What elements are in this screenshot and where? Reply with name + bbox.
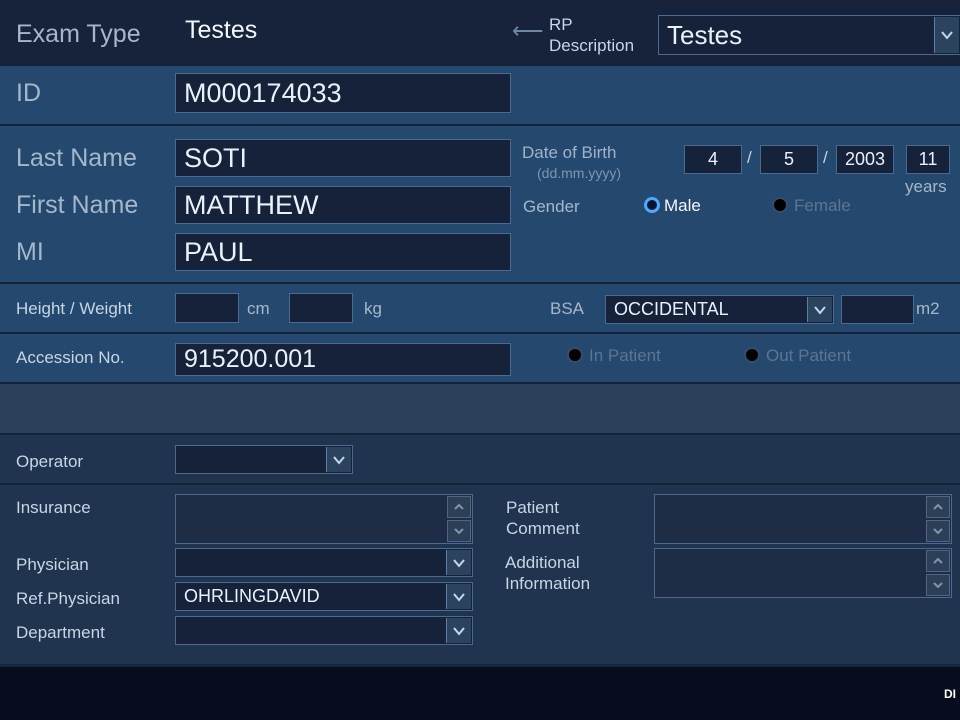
accession-label: Accession No.: [16, 348, 125, 367]
last-name-label: Last Name: [16, 144, 137, 172]
dob-month-field[interactable]: 5: [760, 145, 818, 174]
chevron-down-icon[interactable]: [446, 584, 471, 609]
insurance-label: Insurance: [16, 498, 91, 517]
footer-text: DI: [944, 687, 956, 701]
patient-comment-label: Patient Comment: [506, 497, 580, 539]
slash-separator: /: [69, 299, 75, 318]
department-select[interactable]: [175, 616, 473, 645]
exam-type-label: Exam Type: [16, 20, 141, 48]
first-name-field[interactable]: MATTHEW: [175, 186, 511, 224]
rp-description-select[interactable]: Testes: [658, 15, 960, 55]
age-unit: years: [905, 177, 947, 196]
age-field: 11: [906, 145, 950, 174]
chevron-up-icon[interactable]: [447, 496, 471, 518]
left-arrow-icon[interactable]: ⟵: [512, 18, 544, 44]
bsa-label: BSA: [550, 299, 585, 318]
exam-type-value: Testes: [185, 16, 258, 44]
patient-comment-line1: Patient: [506, 498, 559, 517]
out-patient-label[interactable]: Out Patient: [766, 346, 851, 366]
gender-female-label[interactable]: Female: [794, 196, 851, 216]
weight-unit: kg: [364, 299, 382, 318]
id-field[interactable]: M000174033: [175, 73, 511, 113]
dob-label: Date of Birth: [522, 143, 617, 162]
gender-male-label[interactable]: Male: [664, 196, 701, 216]
dob-day-field[interactable]: 4: [684, 145, 742, 174]
insurance-textarea[interactable]: [175, 494, 473, 544]
first-name-value: MATTHEW: [184, 189, 319, 220]
rp-description-label: RP Description: [549, 14, 634, 56]
last-name-field[interactable]: SOTI: [175, 139, 511, 177]
operator-select[interactable]: [175, 445, 353, 474]
height-weight-label: Height / Weight: [16, 299, 132, 319]
additional-info-line1: Additional: [505, 553, 580, 572]
mi-label: MI: [16, 238, 44, 266]
chevron-down-icon[interactable]: [934, 17, 959, 53]
chevron-down-icon[interactable]: [447, 520, 471, 542]
chevron-down-icon[interactable]: [446, 618, 471, 643]
accession-band: Accession No. 915200.001 In Patient Out …: [0, 332, 960, 382]
id-label: ID: [16, 79, 41, 107]
rp-label-line2: Description: [549, 36, 635, 55]
physician-select[interactable]: [175, 548, 473, 577]
dob-day-value: 4: [707, 149, 718, 169]
weight-field[interactable]: [289, 293, 353, 323]
height-label: Height: [16, 299, 66, 318]
details-band: Insurance Physician Ref.Physician OHRLIN…: [0, 483, 960, 664]
accession-value: 915200.001: [184, 345, 317, 373]
department-label: Department: [16, 623, 105, 642]
bsa-value: OCCIDENTAL: [614, 299, 729, 319]
first-name-label: First Name: [16, 191, 139, 219]
chevron-down-icon[interactable]: [326, 447, 351, 472]
operator-band: Operator: [0, 433, 960, 483]
chevron-down-icon[interactable]: [807, 297, 832, 322]
additional-info-label: Additional Information: [505, 552, 590, 594]
chevron-up-icon[interactable]: [926, 550, 950, 572]
ref-physician-label: Ref.Physician: [16, 589, 120, 608]
dob-separator: /: [747, 148, 752, 167]
rp-description-value: Testes: [667, 19, 743, 50]
additional-info-textarea[interactable]: [654, 548, 952, 598]
gender-label: Gender: [523, 197, 580, 216]
ref-physician-select[interactable]: OHRLINGDAVID: [175, 582, 473, 611]
id-value: M000174033: [184, 77, 342, 108]
operator-label: Operator: [16, 452, 84, 471]
patient-comment-line2: Comment: [506, 519, 580, 538]
gender-female-radio[interactable]: [772, 197, 788, 213]
patient-comment-textarea[interactable]: [654, 494, 952, 544]
name-band: Last Name SOTI First Name MATTHEW MI PAU…: [0, 124, 960, 282]
chevron-down-icon[interactable]: [926, 574, 950, 596]
dob-year-value: 2003: [844, 149, 886, 169]
in-patient-radio[interactable]: [567, 347, 583, 363]
dob-format-hint: (dd.mm.yyyy): [537, 165, 621, 181]
chevron-up-icon[interactable]: [926, 496, 950, 518]
measurements-band: Height / Weight cm kg BSA OCCIDENTAL m2: [0, 282, 960, 332]
header-band: Exam Type Testes ⟵ RP Description Testes: [0, 0, 960, 64]
dob-month-value: 5: [783, 149, 794, 169]
chevron-down-icon[interactable]: [926, 520, 950, 542]
last-name-value: SOTI: [184, 142, 248, 173]
id-band: ID M000174033: [0, 64, 960, 124]
ref-physician-value: OHRLINGDAVID: [184, 586, 320, 606]
accession-field[interactable]: 915200.001: [175, 343, 511, 376]
physician-label: Physician: [16, 555, 89, 574]
bsa-unit: m2: [916, 299, 940, 318]
height-field[interactable]: [175, 293, 239, 323]
bsa-select[interactable]: OCCIDENTAL: [605, 295, 834, 324]
weight-label: Weight: [79, 299, 132, 318]
footer-bar: DI: [0, 664, 960, 720]
chevron-down-icon[interactable]: [446, 550, 471, 575]
additional-info-line2: Information: [505, 574, 591, 593]
dob-year-field[interactable]: 2003: [836, 145, 894, 174]
in-patient-label[interactable]: In Patient: [589, 346, 661, 366]
height-unit: cm: [247, 299, 270, 318]
gender-male-radio[interactable]: [644, 197, 660, 213]
rp-label-line1: RP: [549, 15, 573, 34]
dob-separator: /: [823, 148, 828, 167]
out-patient-radio[interactable]: [744, 347, 760, 363]
mi-field[interactable]: PAUL: [175, 233, 511, 271]
spacer-band: [0, 382, 960, 433]
mi-value: PAUL: [184, 236, 253, 267]
age-value: 11: [918, 149, 938, 169]
bsa-result-field: [841, 295, 914, 324]
